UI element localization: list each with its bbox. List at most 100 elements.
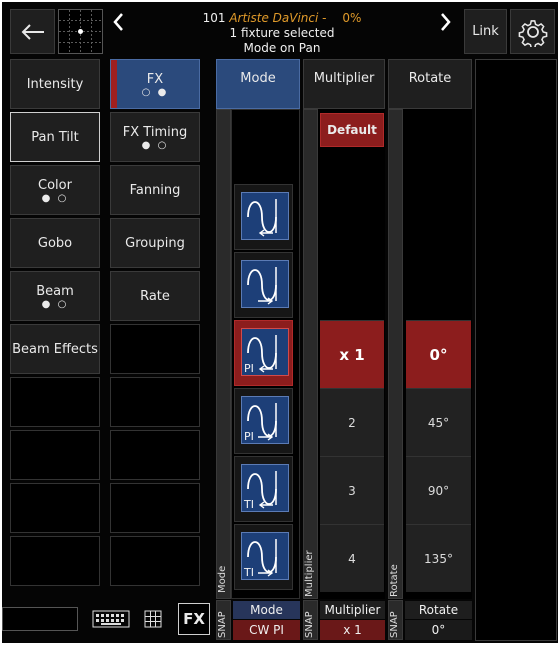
multiplier-default-button[interactable]: Default <box>320 113 384 147</box>
sine-wave-icon: PI <box>241 396 289 444</box>
mode-tile[interactable] <box>234 184 293 250</box>
empty-slot <box>10 483 100 533</box>
mode-tile-label: TI <box>244 566 254 579</box>
category-label: Fanning <box>129 182 181 198</box>
multiplier-value-cell[interactable]: 3 <box>320 456 384 524</box>
mode-column-header[interactable]: Mode <box>216 59 300 109</box>
sine-wave-icon <box>241 192 289 240</box>
page-dots: ● ○ <box>141 139 169 151</box>
multiplier-foot-title: Multiplier <box>320 601 385 619</box>
category-label: Pan Tilt <box>31 129 79 145</box>
mode-tile[interactable]: TI <box>234 524 293 590</box>
mode-header-label: Mode <box>240 71 276 86</box>
mode-foot-title: Mode <box>233 601 300 619</box>
rotate-foot-value: 0° <box>405 620 472 640</box>
category-label: Intensity <box>26 76 84 92</box>
category-gobo[interactable]: Gobo <box>10 218 100 268</box>
mode-tile-selected[interactable]: PI <box>234 320 293 386</box>
fx-button[interactable]: FX <box>178 603 210 635</box>
fixture-number: 101 <box>202 11 226 25</box>
fixture-title-line: 101 Artiste DaVinci - 0% <box>162 11 402 26</box>
fixture-dash: - <box>322 11 327 25</box>
rotate-header-label: Rotate <box>408 71 452 86</box>
category-label: FX <box>146 71 164 87</box>
mode-status: Mode on Pan <box>243 41 321 55</box>
chevron-right-icon[interactable] <box>436 11 454 33</box>
category-grouping[interactable]: Grouping <box>110 218 200 268</box>
multiplier-snap-label: SNAP <box>304 611 315 638</box>
category-label: Gobo <box>37 235 73 251</box>
mode-side-bar[interactable] <box>216 109 231 599</box>
multiplier-value-cell[interactable]: 2 <box>320 388 384 456</box>
category-pan-tilt[interactable]: Pan Tilt <box>10 112 100 162</box>
rotate-value-cell[interactable]: 135° <box>406 524 471 592</box>
mode-tile-label: TI <box>244 498 254 511</box>
keypad-icon[interactable] <box>142 608 164 630</box>
rotate-foot-title: Rotate <box>405 601 472 619</box>
empty-slot <box>110 536 200 586</box>
category-color[interactable]: Color ● ○ <box>10 165 100 215</box>
rotate-value-cell[interactable]: 0° <box>406 320 471 388</box>
back-arrow-icon <box>21 23 44 40</box>
link-button[interactable]: Link <box>464 9 507 54</box>
selection-count: 1 fixture selected <box>229 26 335 40</box>
category-rate[interactable]: Rate <box>110 271 200 321</box>
category-fx[interactable]: FX ○ ● <box>110 59 200 109</box>
fixture-percent: 0% <box>342 11 362 25</box>
position-grid-icon[interactable] <box>58 9 103 54</box>
multiplier-side-label: Multiplier <box>304 550 315 597</box>
mode-tile[interactable]: TI <box>234 456 293 522</box>
multiplier-value-cell[interactable]: 4 <box>320 524 384 592</box>
category-beam[interactable]: Beam ● ○ <box>10 271 100 321</box>
chevron-left-icon[interactable] <box>110 11 128 33</box>
category-fanning[interactable]: Fanning <box>110 165 200 215</box>
empty-slot <box>110 377 200 427</box>
category-fx-timing[interactable]: FX Timing ● ○ <box>110 112 200 162</box>
multiplier-side-bar[interactable] <box>303 109 318 599</box>
category-label: Grouping <box>125 235 185 251</box>
category-label: FX Timing <box>122 124 188 140</box>
keyboard-icon[interactable] <box>92 608 130 630</box>
rotate-side-label: Rotate <box>389 564 400 597</box>
sine-wave-icon: PI <box>241 328 289 376</box>
rotate-value-cell[interactable]: 45° <box>406 388 471 456</box>
settings-button[interactable] <box>510 9 555 54</box>
command-input[interactable] <box>2 607 78 631</box>
empty-slot <box>10 430 100 480</box>
mode-tile-label: PI <box>244 430 254 443</box>
empty-slot <box>10 536 100 586</box>
multiplier-value-cell[interactable]: x 1 <box>320 320 384 388</box>
sine-wave-icon: TI <box>241 532 289 580</box>
fixture-info: 101 Artiste DaVinci - 0% 1 fixture selec… <box>162 11 402 56</box>
empty-slot <box>110 430 200 480</box>
category-beam-effects[interactable]: Beam Effects <box>10 324 100 374</box>
fx-editor-window: 101 Artiste DaVinci - 0% 1 fixture selec… <box>0 0 560 645</box>
mode-foot-value: CW PI <box>233 620 300 640</box>
fx-button-label: FX <box>183 610 205 628</box>
rotate-column-header[interactable]: Rotate <box>388 59 472 109</box>
mode-tile[interactable] <box>234 252 293 318</box>
page-dots: ○ ● <box>141 86 169 98</box>
page-dots: ● ○ <box>41 298 69 310</box>
multiplier-foot-value: x 1 <box>320 620 385 640</box>
fx-active-marker <box>111 60 117 108</box>
default-label: Default <box>327 123 377 137</box>
back-button[interactable] <box>10 9 55 54</box>
mode-tile[interactable]: PI <box>234 388 293 454</box>
fx-panel: 101 Artiste DaVinci - 0% 1 fixture selec… <box>2 2 558 643</box>
rotate-snap-label: SNAP <box>389 611 400 638</box>
category-label: Rate <box>140 288 170 304</box>
rotate-side-bar[interactable] <box>388 109 403 599</box>
category-intensity[interactable]: Intensity <box>10 59 100 109</box>
sine-wave-icon <box>241 260 289 308</box>
mode-tile-label: PI <box>244 362 254 375</box>
mode-snap-label: SNAP <box>217 611 228 638</box>
empty-slot <box>10 377 100 427</box>
multiplier-column-header[interactable]: Multiplier <box>303 59 385 109</box>
sine-wave-icon: TI <box>241 464 289 512</box>
category-label: Color <box>38 177 72 193</box>
multiplier-header-label: Multiplier <box>313 71 375 86</box>
rotate-value-cell[interactable]: 90° <box>406 456 471 524</box>
gear-icon <box>518 19 547 47</box>
link-label: Link <box>472 24 499 39</box>
